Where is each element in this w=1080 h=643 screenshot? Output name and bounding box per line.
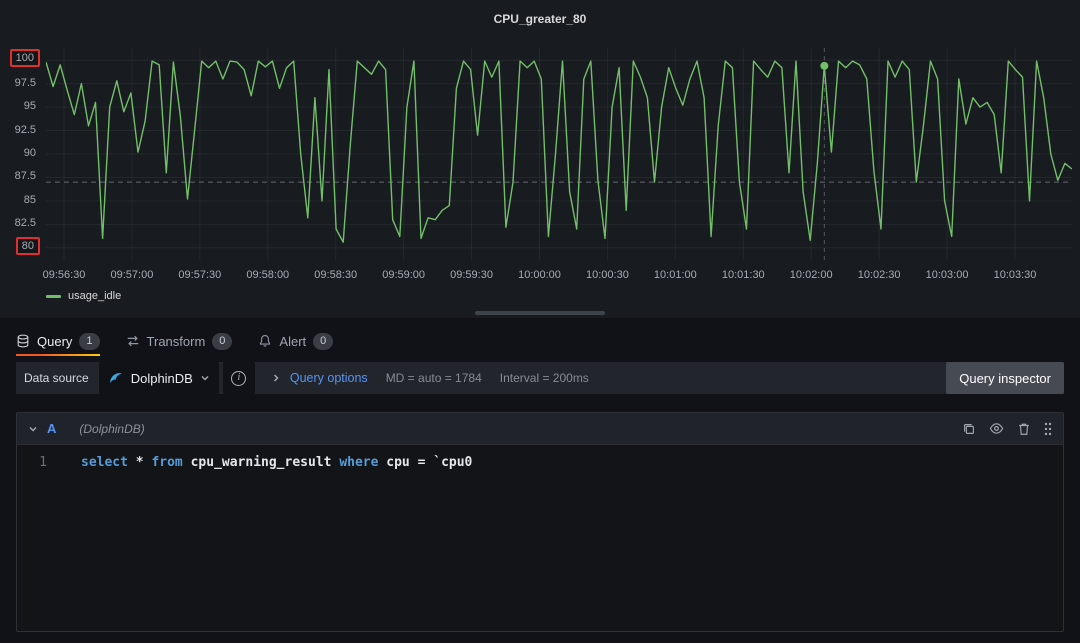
delete-query-button[interactable] xyxy=(1017,422,1031,436)
query-ref-id[interactable]: A xyxy=(47,421,56,436)
datasource-label: Data source xyxy=(24,371,89,385)
line-number: 1 xyxy=(17,455,61,631)
legend-series-color-icon xyxy=(46,295,61,298)
y-axis-tick-97.5: 97.5 xyxy=(15,76,36,90)
y-axis-tick-90: 90 xyxy=(24,146,36,160)
legend-series-label[interactable]: usage_idle xyxy=(68,290,121,302)
code-token: cpu_warning_result xyxy=(183,455,340,470)
y-axis-tick-100: 100 xyxy=(10,49,40,67)
x-axis: 09:56:3009:57:0009:57:3009:58:0009:58:30… xyxy=(46,269,1072,283)
max-data-points-text: MD = auto = 1784 xyxy=(386,371,482,385)
trash-icon xyxy=(1017,422,1031,436)
tab-query-label: Query xyxy=(37,334,72,349)
info-icon: i xyxy=(231,371,246,386)
x-axis-tick: 09:58:00 xyxy=(234,269,302,281)
tab-transform-label: Transform xyxy=(147,334,206,349)
copy-icon xyxy=(962,422,976,436)
x-axis-tick: 10:03:30 xyxy=(981,269,1049,281)
x-axis-tick: 09:56:30 xyxy=(30,269,98,281)
panel-title: CPU_greater_80 xyxy=(0,0,1080,26)
toggle-query-visibility-button[interactable] xyxy=(989,421,1004,436)
duplicate-query-button[interactable] xyxy=(962,422,976,436)
tab-transform-count-badge: 0 xyxy=(212,333,232,350)
x-axis-tick: 09:59:30 xyxy=(438,269,506,281)
editor-tabs: Query 1 Transform 0 Alert 0 xyxy=(0,326,1080,356)
code-token: where xyxy=(339,455,378,470)
x-axis-tick: 10:00:30 xyxy=(573,269,641,281)
y-axis-tick-95: 95 xyxy=(24,99,36,113)
y-axis-tick-80: 80 xyxy=(16,237,40,255)
x-axis-tick: 09:57:30 xyxy=(166,269,234,281)
x-axis-tick: 10:02:30 xyxy=(845,269,913,281)
x-axis-tick: 09:58:30 xyxy=(302,269,370,281)
grip-dots-icon xyxy=(1044,422,1052,436)
x-axis-tick: 10:01:00 xyxy=(641,269,709,281)
drag-handle[interactable] xyxy=(1044,422,1052,436)
y-axis-tick-92.5: 92.5 xyxy=(15,123,36,137)
tab-query[interactable]: Query 1 xyxy=(16,326,100,356)
query-datasource-note: (DolphinDB) xyxy=(79,422,144,436)
timeseries-chart[interactable] xyxy=(46,48,1072,260)
query-inspector-button[interactable]: Query inspector xyxy=(946,362,1064,394)
x-axis-tick: 09:57:00 xyxy=(98,269,166,281)
collapse-query-icon[interactable] xyxy=(28,424,38,434)
query-options-toggle[interactable]: Query options xyxy=(290,371,368,385)
interval-text: Interval = 200ms xyxy=(500,371,589,385)
timeseries-panel: CPU_greater_80 100 97.5 95 92.5 90 87.5 85 82.5… xyxy=(0,0,1080,318)
tab-alert[interactable]: Alert 0 xyxy=(258,326,333,356)
x-axis-tick: 10:02:00 xyxy=(777,269,845,281)
tab-query-count-badge: 1 xyxy=(79,333,99,350)
code-token: * xyxy=(128,455,151,470)
tab-alert-count-badge: 0 xyxy=(313,333,333,350)
x-axis-tick: 09:59:00 xyxy=(370,269,438,281)
y-axis: 100 97.5 95 92.5 90 87.5 85 82.5 80 xyxy=(0,48,42,260)
panel-resize-handle[interactable] xyxy=(475,311,605,315)
y-axis-tick-82.5: 82.5 xyxy=(15,216,36,230)
x-axis-tick: 10:01:30 xyxy=(709,269,777,281)
grafana-panel-editor: CPU_greater_80 10097.59592.59087.58582.5… xyxy=(0,0,1080,643)
query-row-actions xyxy=(962,421,1052,436)
x-axis-tick: 10:03:00 xyxy=(913,269,981,281)
x-axis-tick: 10:00:00 xyxy=(506,269,574,281)
query-code-line[interactable]: select * from cpu_warning_result where c… xyxy=(81,455,472,631)
transform-icon xyxy=(126,334,140,348)
eye-icon xyxy=(989,421,1004,436)
dolphindb-logo-icon xyxy=(108,370,124,386)
tab-transform[interactable]: Transform 0 xyxy=(126,326,233,356)
datasource-bar: Data source DolphinDB i Query options MD… xyxy=(16,362,1064,394)
legend[interactable]: usage_idle xyxy=(46,290,121,302)
query-row-header: A (DolphinDB) xyxy=(17,413,1063,445)
datasource-picker[interactable]: DolphinDB xyxy=(99,362,219,394)
tab-alert-label: Alert xyxy=(279,334,306,349)
datasource-help-button[interactable]: i xyxy=(223,362,255,394)
code-editor[interactable]: 1 select * from cpu_warning_result where… xyxy=(17,445,1063,631)
code-token: select xyxy=(81,455,128,470)
code-token: from xyxy=(151,455,182,470)
chevron-down-icon xyxy=(200,373,210,383)
bell-icon xyxy=(258,334,272,348)
datasource-selected-value: DolphinDB xyxy=(131,371,193,386)
database-icon xyxy=(16,334,30,348)
code-token: cpu = `cpu0 xyxy=(378,455,472,470)
query-editor-row: A (DolphinDB) 1 select * from cpu_w xyxy=(16,412,1064,632)
y-axis-tick-85: 85 xyxy=(24,193,36,207)
y-axis-tick-87.5: 87.5 xyxy=(15,169,36,183)
chevron-right-icon[interactable] xyxy=(271,373,281,383)
